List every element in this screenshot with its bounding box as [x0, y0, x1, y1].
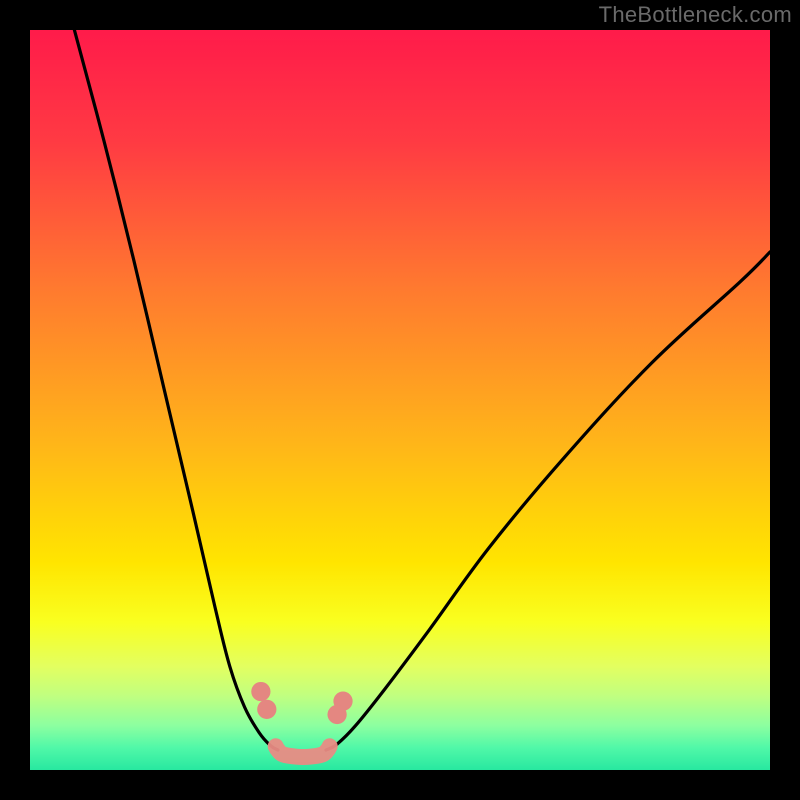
watermark-text: TheBottleneck.com	[599, 4, 792, 26]
outer-frame: TheBottleneck.com	[0, 0, 800, 800]
chart-svg	[30, 30, 770, 770]
plot-area	[30, 30, 770, 770]
marker-left-dot-upper	[251, 682, 270, 701]
gradient-background	[30, 30, 770, 770]
marker-right-dot-lower	[327, 705, 346, 724]
marker-left-dot-lower	[257, 700, 276, 719]
